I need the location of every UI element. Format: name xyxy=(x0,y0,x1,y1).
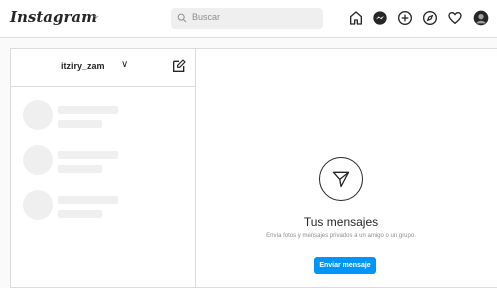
send-message-button[interactable]: Enviar mensaje xyxy=(314,257,376,274)
avatar-placeholder xyxy=(23,100,53,130)
chevron-down-icon[interactable]: ⌄ xyxy=(92,10,100,21)
sidebar-header: itziry_zam ∨ xyxy=(11,49,196,87)
search-input[interactable]: Buscar xyxy=(171,8,323,29)
send-message-graphic xyxy=(319,157,363,201)
empty-state-subtitle: Envía fotos y mensajes privados a un ami… xyxy=(266,233,416,239)
text-placeholder xyxy=(58,120,102,128)
conversation-placeholder xyxy=(23,145,183,185)
avatar[interactable] xyxy=(473,10,489,26)
empty-state-title: Tus mensajes xyxy=(303,215,379,229)
text-placeholder xyxy=(58,165,102,173)
top-navigation-bar: Instagram ⌄ Buscar xyxy=(0,0,497,38)
messages-empty-state: Tus mensajes Envía fotos y mensajes priv… xyxy=(196,49,497,287)
explore-icon[interactable] xyxy=(422,10,438,26)
account-username[interactable]: itziry_zam xyxy=(61,61,105,71)
text-placeholder xyxy=(58,151,118,159)
direct-inbox-panel: itziry_zam ∨ Tus mensajes Envía fotos y … xyxy=(10,48,497,288)
avatar-placeholder xyxy=(23,145,53,175)
conversation-sidebar: itziry_zam ∨ xyxy=(11,49,196,287)
new-post-icon[interactable] xyxy=(397,10,413,26)
messenger-icon[interactable] xyxy=(372,10,388,26)
conversation-placeholder xyxy=(23,100,183,140)
heart-icon[interactable] xyxy=(447,10,463,26)
text-placeholder xyxy=(58,210,102,218)
paper-plane-icon xyxy=(332,171,350,188)
text-placeholder xyxy=(58,106,118,114)
compose-icon[interactable] xyxy=(171,58,187,74)
search-placeholder: Buscar xyxy=(192,12,221,22)
avatar-placeholder xyxy=(23,190,53,220)
chevron-down-icon[interactable]: ∨ xyxy=(121,59,128,70)
search-icon xyxy=(177,13,187,23)
text-placeholder xyxy=(58,196,118,204)
home-icon[interactable] xyxy=(348,10,364,26)
instagram-logo[interactable]: Instagram xyxy=(10,8,97,26)
conversation-placeholder xyxy=(23,190,183,230)
